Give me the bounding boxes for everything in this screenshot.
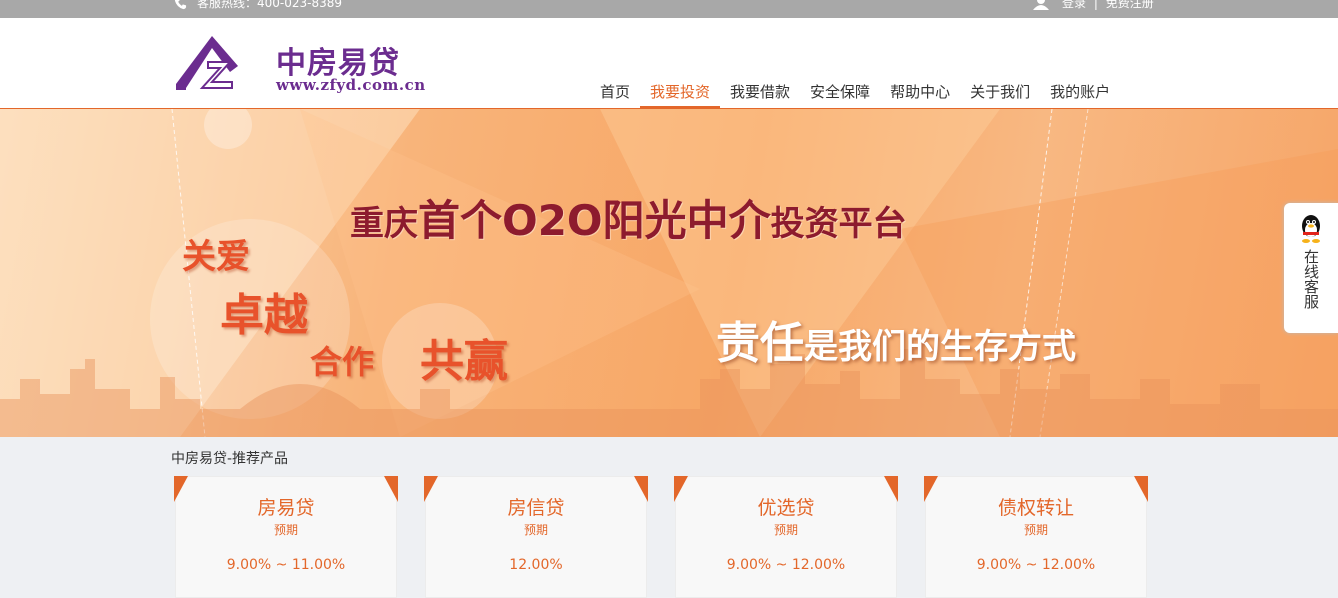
product-name: 房信贷 — [507, 497, 565, 519]
product-card[interactable]: 优选贷 预期 9.00% ~ 12.00% — [674, 476, 898, 598]
product-sub: 预期 — [273, 523, 298, 537]
banner-word-excellence: 卓越 — [220, 290, 308, 341]
product-card[interactable]: 房易贷 预期 9.00% ~ 11.00% — [174, 476, 398, 598]
nav-home[interactable]: 首页 — [590, 78, 640, 106]
nav-about[interactable]: 关于我们 — [960, 78, 1040, 106]
phone-icon — [174, 0, 187, 9]
nav-security[interactable]: 安全保障 — [800, 78, 880, 106]
nav-account[interactable]: 我的账户 — [1040, 78, 1120, 106]
logo[interactable]: 中房易贷 www.zfyd.com.cn — [172, 32, 442, 96]
product-rate: 9.00% ~ 12.00% — [726, 557, 846, 573]
register-link[interactable]: 免费注册 — [1106, 0, 1154, 10]
product-card[interactable]: 房信贷 预期 12.00% — [424, 476, 648, 598]
user-icon — [1033, 0, 1049, 10]
product-rate: 9.00% ~ 12.00% — [976, 557, 1096, 573]
top-bar: 客服热线：400-023-8389 登录 | 免费注册 — [0, 0, 1338, 18]
logo-mark-icon — [176, 36, 238, 90]
product-rate: 12.00% — [509, 557, 563, 573]
product-card[interactable]: 债权转让 预期 9.00% ~ 12.00% — [924, 476, 1148, 598]
product-rate: 9.00% ~ 11.00% — [226, 557, 346, 573]
main-nav: 首页 我要投资 我要借款 安全保障 帮助中心 关于我们 我的账户 — [590, 78, 1120, 109]
hotline: 客服热线：400-023-8389 — [174, 0, 342, 12]
product-name: 债权转让 — [997, 497, 1074, 519]
online-service-widget[interactable]: 在线客服 — [1284, 203, 1338, 333]
banner-headline-c: 投资平台 — [770, 204, 907, 244]
nav-invest[interactable]: 我要投资 — [640, 78, 721, 109]
link-divider: | — [1093, 0, 1098, 10]
nav-help[interactable]: 帮助中心 — [880, 78, 960, 106]
online-service-label: 在线客服 — [1302, 249, 1320, 309]
logo-url: www.zfyd.com.cn — [276, 76, 426, 94]
banner-word-cooperation: 合作 — [310, 343, 375, 381]
account-links: 登录 | 免费注册 — [1032, 0, 1154, 12]
banner-headline-b: 首个O2O阳光中介 — [418, 196, 771, 245]
product-name: 房易贷 — [257, 497, 315, 519]
product-name: 优选贷 — [757, 497, 815, 519]
banner-subline-b: 是我们的生存方式 — [804, 327, 1076, 367]
banner-subline-a: 责任 — [716, 318, 804, 369]
banner-subline: 责任是我们的生存方式 — [716, 307, 1076, 371]
banner-word-care: 关爱 — [182, 237, 250, 277]
hotline-text: 客服热线：400-023-8389 — [197, 0, 343, 10]
banner-headline: 重庆首个O2O阳光中介投资平台 — [350, 187, 907, 248]
header: 中房易贷 www.zfyd.com.cn 首页 我要投资 我要借款 安全保障 帮… — [0, 18, 1338, 109]
product-sub: 预期 — [1023, 523, 1048, 537]
banner-word-win-win: 共赢 — [420, 336, 508, 387]
product-sub: 预期 — [523, 523, 548, 537]
qq-penguin-icon — [1302, 215, 1320, 243]
products-section-title: 中房易贷-推荐产品 — [171, 451, 289, 467]
banner-headline-a: 重庆 — [350, 204, 418, 244]
login-link[interactable]: 登录 — [1062, 0, 1086, 10]
nav-borrow[interactable]: 我要借款 — [720, 78, 800, 106]
product-sub: 预期 — [773, 523, 798, 537]
hero-banner[interactable]: 重庆首个O2O阳光中介投资平台 关爱 卓越 合作 共赢 责任是我们的生存方式 — [0, 109, 1338, 437]
